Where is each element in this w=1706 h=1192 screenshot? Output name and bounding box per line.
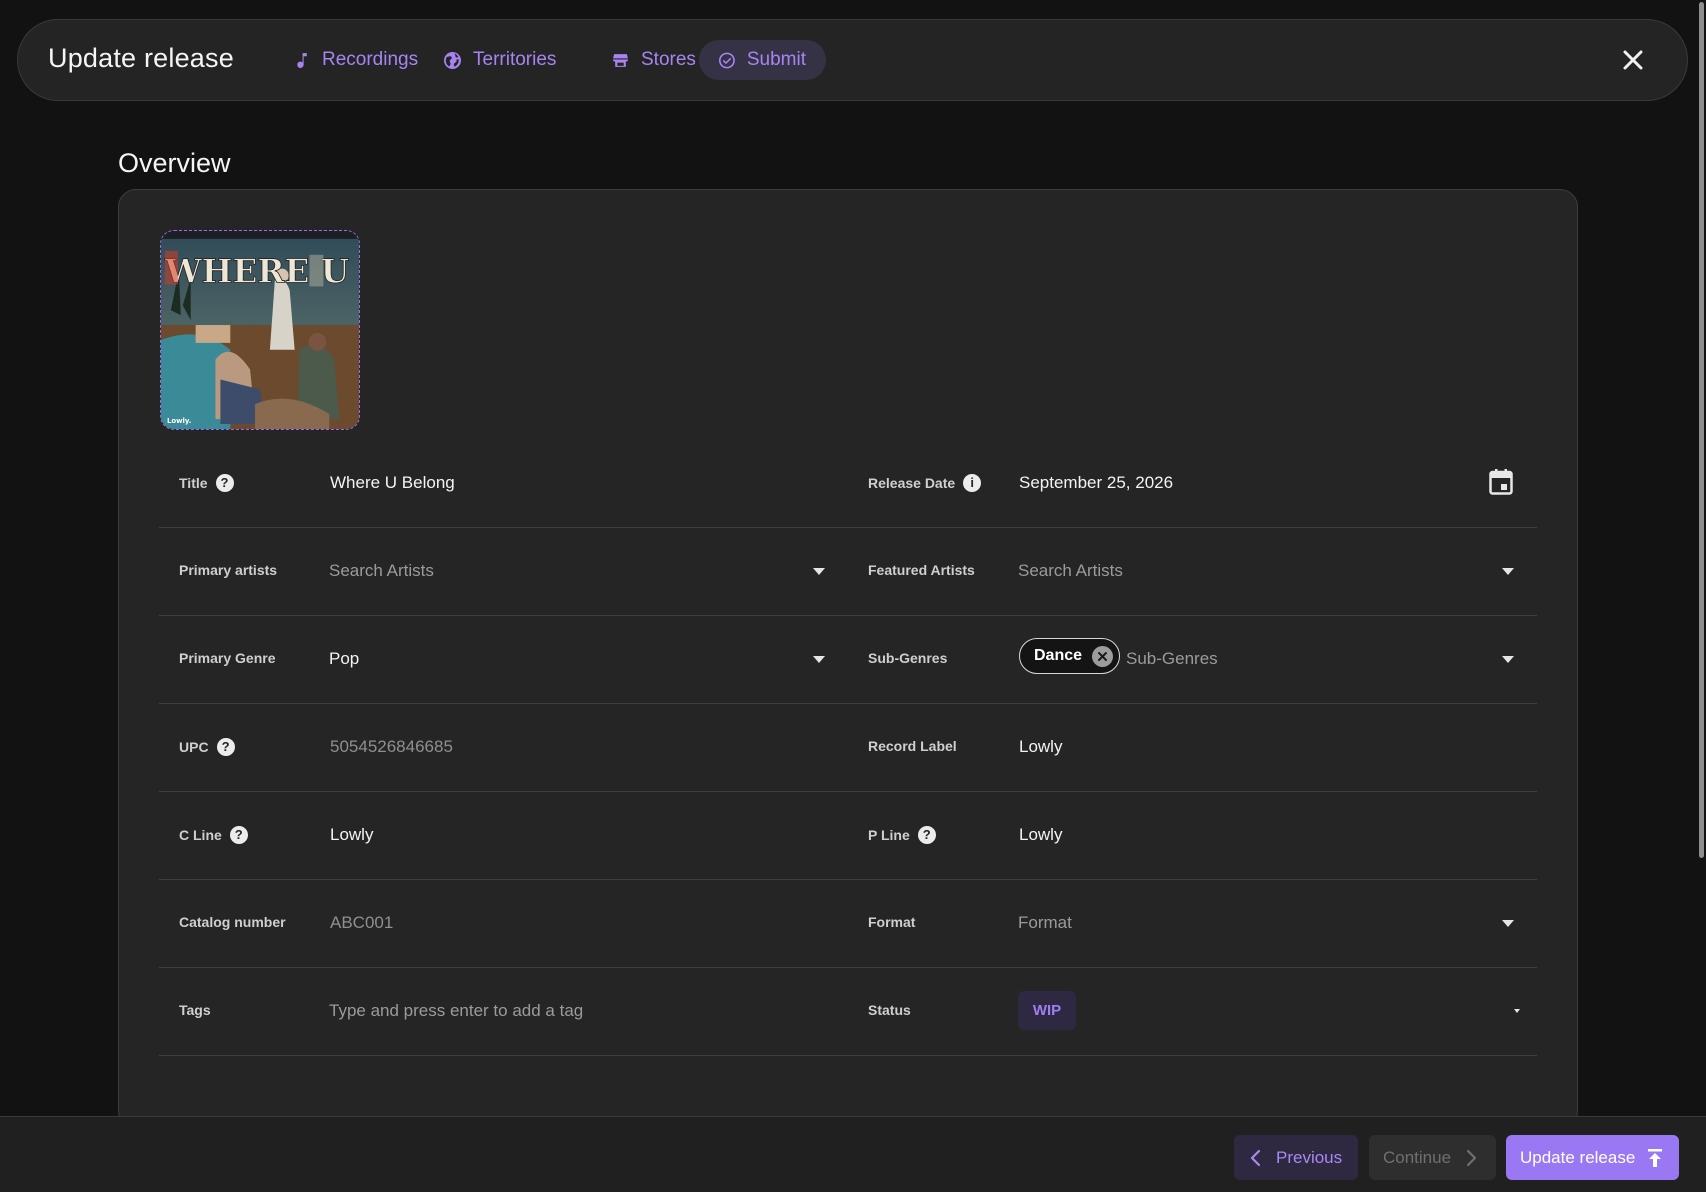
cover-image: WHERE U BELONG Lowly. [161, 231, 359, 429]
title-input[interactable]: Where U Belong [330, 473, 455, 493]
tab-label: Stores [641, 49, 696, 70]
chevron-down-icon[interactable] [1502, 568, 1514, 575]
section-title: Overview [118, 148, 231, 178]
chevron-down-icon[interactable] [1502, 656, 1514, 663]
format-label: Format [868, 914, 916, 930]
previous-label: Previous [1276, 1147, 1343, 1167]
chevron-down-icon[interactable] [813, 656, 825, 663]
globe-icon [444, 51, 461, 69]
top-bar: Update release Recordings Territories St… [17, 19, 1688, 101]
primary-genre-select[interactable]: Pop [329, 649, 359, 669]
help-icon[interactable]: ? [917, 826, 936, 844]
upload-icon [1648, 1148, 1663, 1167]
tab-stores[interactable]: Stores [592, 40, 716, 80]
row-artists: Primary artists Search Artists Featured … [159, 528, 1537, 616]
help-icon[interactable]: ? [216, 738, 235, 756]
row-catalog-format: Catalog number ABC001 Format Format [159, 880, 1537, 968]
remove-chip-icon[interactable] [1092, 645, 1114, 667]
record-label-label: Record Label [868, 738, 957, 754]
tab-label: Submit [746, 49, 806, 70]
primary-artists-input[interactable]: Search Artists [329, 561, 434, 581]
tags-input[interactable]: Type and press enter to add a tag [329, 1001, 583, 1021]
tab-label: Territories [473, 49, 557, 70]
chevron-down-icon[interactable] [1514, 1009, 1520, 1013]
row-genres: Primary Genre Pop Sub-Genres Dance Sub-G… [159, 616, 1537, 704]
close-icon[interactable] [1617, 44, 1649, 76]
cover-title: WHERE U BELONG [164, 251, 359, 290]
c-line-input[interactable]: Lowly [330, 825, 373, 845]
help-icon[interactable]: ? [215, 474, 234, 492]
status-label: Status [868, 1002, 911, 1018]
check-circle-icon [719, 52, 735, 68]
cover-art[interactable]: WHERE U BELONG Lowly. [160, 230, 360, 430]
sub-genre-chip: Dance [1019, 638, 1121, 674]
chevron-left-icon [1250, 1149, 1261, 1166]
footer-bar: Previous Continue Update release [0, 1116, 1706, 1192]
row-lines: C Line ? Lowly P Line ? Lowly [159, 792, 1537, 880]
upc-input[interactable]: 5054526846685 [330, 737, 453, 757]
chevron-right-icon [1466, 1149, 1477, 1166]
featured-artists-input[interactable]: Search Artists [1018, 561, 1123, 581]
row-upc-label: UPC ? 5054526846685 Record Label Lowly [159, 704, 1537, 792]
overview-card: WHERE U BELONG Lowly. Title ? Where U Be… [118, 189, 1578, 1129]
store-icon [613, 53, 628, 67]
calendar-icon[interactable] [1489, 469, 1513, 495]
update-label: Update release [1520, 1147, 1636, 1167]
chevron-down-icon[interactable] [1502, 920, 1514, 927]
chevron-down-icon[interactable] [813, 568, 825, 575]
sub-genres-input[interactable]: Sub-Genres [1126, 649, 1218, 669]
p-line-label: P Line ? [868, 826, 936, 844]
tags-label: Tags [179, 1002, 211, 1018]
row-tags-status: Tags Type and press enter to add a tag S… [159, 968, 1537, 1056]
title-label: Title ? [179, 474, 234, 492]
tab-recordings[interactable]: Recordings [273, 40, 438, 80]
continue-button[interactable]: Continue [1369, 1135, 1496, 1180]
info-icon[interactable]: i [963, 474, 982, 492]
status-badge[interactable]: WIP [1018, 991, 1076, 1030]
row-title-date: Title ? Where U Belong Release Date i Se… [159, 440, 1537, 528]
scrollbar[interactable] [1696, 0, 1706, 1117]
music-note-icon [297, 52, 307, 68]
format-select[interactable]: Format [1018, 913, 1072, 933]
tab-territories[interactable]: Territories [424, 40, 576, 80]
help-icon[interactable]: ? [229, 826, 248, 844]
primary-genre-label: Primary Genre [179, 650, 276, 666]
update-release-button[interactable]: Update release [1506, 1135, 1679, 1180]
upc-label: UPC ? [179, 738, 235, 756]
continue-label: Continue [1383, 1147, 1452, 1167]
tab-submit[interactable]: Submit [699, 40, 826, 80]
page-title: Update release [48, 43, 234, 73]
c-line-label: C Line ? [179, 826, 248, 844]
featured-artists-label: Featured Artists [868, 562, 975, 578]
record-label-input[interactable]: Lowly [1019, 737, 1062, 757]
tab-label: Recordings [322, 49, 419, 70]
sub-genres-label: Sub-Genres [868, 650, 948, 666]
catalog-number-input[interactable]: ABC001 [330, 913, 393, 933]
primary-artists-label: Primary artists [179, 562, 278, 578]
release-date-label: Release Date i [868, 474, 982, 492]
p-line-input[interactable]: Lowly [1019, 825, 1062, 845]
scrollbar-thumb[interactable] [1699, 2, 1704, 858]
catalog-number-label: Catalog number [179, 914, 286, 930]
chip-label: Dance [1034, 647, 1083, 664]
cover-label: Lowly. [167, 417, 191, 425]
release-date-input[interactable]: September 25, 2026 [1019, 473, 1173, 493]
previous-button[interactable]: Previous [1234, 1135, 1358, 1180]
